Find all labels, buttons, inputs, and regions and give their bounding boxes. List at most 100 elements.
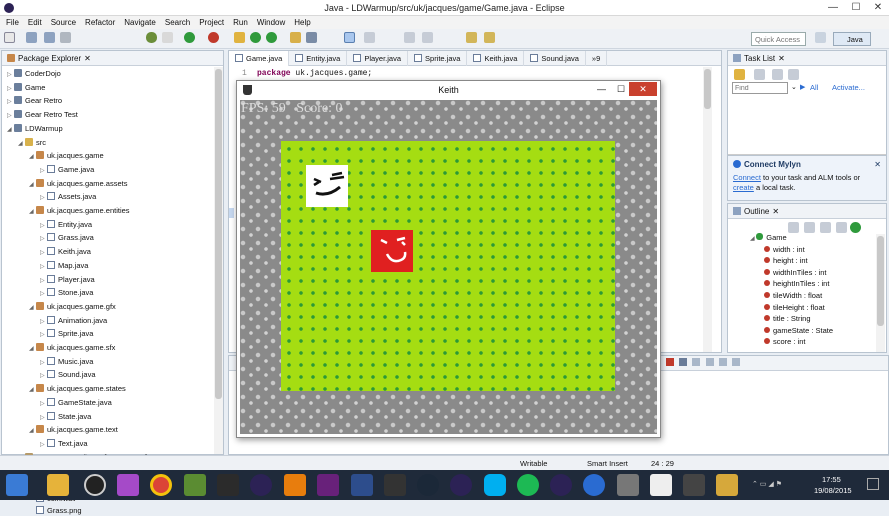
show-whitespace-icon[interactable]	[364, 32, 375, 43]
editor-tab[interactable]: Player.java	[347, 51, 408, 66]
tree-item[interactable]: ▷Gear Retro Test	[7, 109, 223, 123]
menu-item[interactable]: Search	[159, 16, 193, 27]
sourcetree-icon[interactable]	[351, 474, 373, 496]
start-button[interactable]	[6, 474, 28, 496]
remove-launch-icon[interactable]	[679, 358, 687, 366]
skip-breakpoints-icon[interactable]	[162, 32, 173, 43]
next-annotation-icon[interactable]	[404, 32, 415, 43]
hide-nonpublic-icon[interactable]	[850, 222, 861, 233]
terminate-icon[interactable]	[666, 358, 674, 366]
focus-icon[interactable]	[772, 69, 783, 80]
minecraft-icon[interactable]	[184, 474, 206, 496]
activate-link[interactable]: Activate...	[832, 83, 865, 92]
outline-field[interactable]: gameState : State	[764, 326, 886, 338]
maximize-button[interactable]: ☐	[845, 0, 867, 15]
tree-item[interactable]: ◢uk.jacques.game	[7, 150, 223, 164]
tree-item[interactable]: ▷Sprite.java	[7, 328, 223, 342]
expand-arrow-icon[interactable]: ◢	[29, 303, 36, 315]
expand-arrow-icon[interactable]: ▷	[40, 221, 47, 233]
expand-arrow-icon[interactable]: ▷	[40, 399, 47, 411]
toggle-mark-occurrences-icon[interactable]	[344, 32, 355, 43]
minimize-button[interactable]: —	[822, 0, 844, 15]
expand-arrow-icon[interactable]: ◢	[18, 139, 25, 151]
outline-field[interactable]: tileWidth : float	[764, 291, 886, 303]
expand-arrow-icon[interactable]: ▷	[7, 111, 14, 123]
outline-field[interactable]: tileHeight : float	[764, 303, 886, 315]
clock-time[interactable]: 17:55	[822, 475, 841, 484]
expand-arrow-icon[interactable]: ▷	[40, 262, 47, 274]
tree-item[interactable]: ▷GameState.java	[7, 397, 223, 411]
find-input[interactable]	[732, 82, 788, 94]
close-icon[interactable]: ✕	[874, 160, 881, 169]
back-icon[interactable]	[466, 32, 477, 43]
sort-icon[interactable]	[804, 222, 815, 233]
outline-scrollbar-thumb[interactable]	[877, 236, 884, 326]
close-icon[interactable]: ✕	[84, 54, 91, 63]
pin-console-icon[interactable]	[719, 358, 727, 366]
new-file-icon[interactable]	[4, 32, 15, 43]
new-task-icon[interactable]	[734, 69, 745, 80]
menu-item[interactable]: Window	[251, 16, 288, 27]
editor-tab[interactable]: Keith.java	[467, 51, 524, 66]
blender-icon[interactable]	[284, 474, 306, 496]
tree-item[interactable]: ▷Map.java	[7, 260, 223, 274]
file-explorer-icon[interactable]	[47, 474, 69, 496]
task-list-tab[interactable]: Task List✕	[728, 51, 886, 66]
expand-arrow-icon[interactable]: ▷	[40, 166, 47, 178]
hide-static-icon[interactable]	[836, 222, 847, 233]
tree-item[interactable]: ▷Gear Retro	[7, 95, 223, 109]
hide-fields-icon[interactable]	[820, 222, 831, 233]
java-taskbar-icon[interactable]	[650, 474, 672, 496]
tree-item[interactable]: ▷Music.java	[7, 356, 223, 370]
menu-item[interactable]: Source	[45, 16, 79, 27]
game-canvas[interactable]: FPS: 59 Score: 0	[240, 100, 657, 434]
game-maximize-button[interactable]: ☐	[617, 84, 625, 95]
expand-arrow-icon[interactable]: ◢	[29, 207, 36, 219]
expand-arrow-icon[interactable]: ◢	[7, 125, 14, 137]
all-link[interactable]: All	[810, 83, 818, 92]
outline-field[interactable]: heightInTiles : int	[764, 279, 886, 291]
save-icon[interactable]	[26, 32, 37, 43]
visual-studio-icon[interactable]	[317, 474, 339, 496]
tree-item[interactable]: ◢LDWarmup	[7, 123, 223, 137]
tree-item[interactable]: ▷Game.java	[7, 164, 223, 178]
tree-item[interactable]: ▷Text.java	[7, 438, 223, 452]
menu-item[interactable]: File	[0, 16, 22, 27]
close-icon[interactable]: ✕	[778, 54, 785, 63]
menu-item[interactable]: Help	[288, 16, 313, 27]
tree-item[interactable]: ▷Player.java	[7, 274, 223, 288]
photos-icon[interactable]	[683, 474, 705, 496]
close-button[interactable]: ✕	[867, 0, 889, 15]
editor-tab[interactable]: Entity.java	[289, 51, 347, 66]
spotify-icon[interactable]	[517, 474, 539, 496]
categorize-icon[interactable]	[754, 69, 765, 80]
editor-tab[interactable]: »9	[586, 51, 607, 66]
tool-icon[interactable]	[617, 474, 639, 496]
tree-item[interactable]: ◢uk.jacques.game.gfx	[7, 301, 223, 315]
expand-arrow-icon[interactable]: ◢	[29, 385, 36, 397]
tree-item[interactable]: ▷Keith.java	[7, 246, 223, 260]
skype-icon[interactable]	[484, 474, 506, 496]
quick-access-input[interactable]	[751, 32, 806, 46]
tree-item[interactable]: ◢uk.jacques.game.sfx	[7, 342, 223, 356]
menu-item[interactable]: Refactor	[79, 16, 118, 27]
editor-scrollbar-thumb[interactable]	[704, 69, 711, 109]
editor-tab[interactable]: Sprite.java	[408, 51, 467, 66]
clock-date[interactable]: 19/08/2015	[814, 486, 852, 495]
expand-arrow-icon[interactable]: ◢	[29, 152, 36, 164]
expand-arrow-icon[interactable]: ◢	[29, 344, 36, 356]
steam-icon[interactable]	[417, 474, 439, 496]
debug-icon[interactable]	[146, 32, 157, 43]
editor-tab[interactable]: Game.java	[229, 51, 289, 66]
expand-arrow-icon[interactable]: ▷	[40, 440, 47, 452]
outline-class-game[interactable]: ◢ Game	[750, 233, 886, 245]
previous-annotation-icon[interactable]	[422, 32, 433, 43]
collapse-all-icon[interactable]	[788, 222, 799, 233]
editor-scrollbar[interactable]	[703, 67, 712, 352]
game-minimize-button[interactable]: —	[597, 84, 606, 94]
filter-icon[interactable]	[788, 69, 799, 80]
tree-item[interactable]: ▷Sound.java	[7, 369, 223, 383]
tree-item[interactable]: ◢uk.jacques.game.entities	[7, 205, 223, 219]
expand-arrow-icon[interactable]: ▷	[40, 248, 47, 260]
expand-arrow-icon[interactable]: ▷	[40, 413, 47, 425]
